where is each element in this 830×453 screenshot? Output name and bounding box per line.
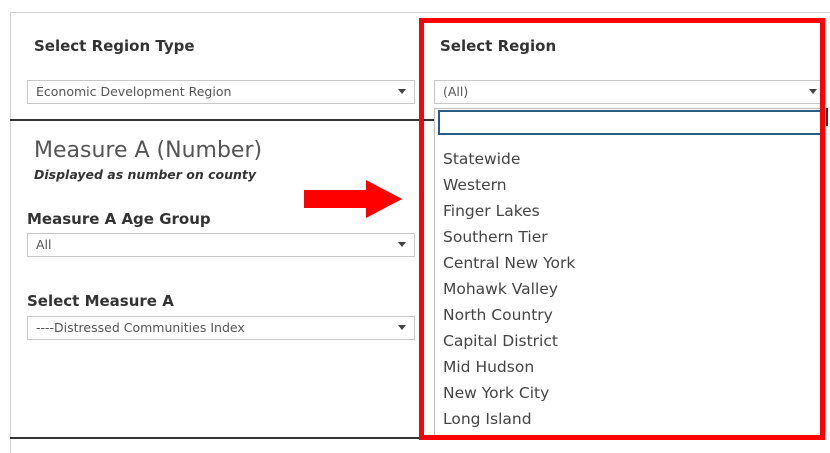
divider-top <box>10 119 434 121</box>
chevron-down-icon <box>398 89 406 94</box>
right-arrow-icon <box>304 180 402 218</box>
region-select[interactable]: (All) <box>434 80 826 104</box>
region-type-select[interactable]: Economic Development Region <box>27 80 415 104</box>
list-item[interactable]: Mohawk Valley <box>443 280 558 298</box>
measure-a-title: Measure A (Number) <box>34 138 263 163</box>
list-item[interactable]: New York City <box>443 384 549 402</box>
list-item[interactable]: Mid Hudson <box>443 358 534 376</box>
age-group-label: Measure A Age Group <box>27 210 211 228</box>
list-item[interactable]: Southern Tier <box>443 228 548 246</box>
age-group-value: All <box>36 237 52 252</box>
list-item[interactable]: Capital District <box>443 332 558 350</box>
list-item[interactable]: North Country <box>443 306 553 324</box>
region-search-input[interactable] <box>438 110 825 135</box>
measure-a-subtitle: Displayed as number on county <box>34 167 257 182</box>
region-type-value: Economic Development Region <box>36 84 232 99</box>
region-type-label: Select Region Type <box>34 37 195 55</box>
list-item[interactable]: Western <box>443 176 507 194</box>
divider-right <box>826 108 828 126</box>
chevron-down-icon <box>809 89 817 94</box>
region-label: Select Region <box>440 37 557 55</box>
list-item[interactable]: Finger Lakes <box>443 202 540 220</box>
measure-a-select[interactable]: ----Distressed Communities Index <box>27 316 415 340</box>
age-group-select[interactable]: All <box>27 233 415 257</box>
divider-bottom <box>10 437 434 439</box>
list-item[interactable]: Long Island <box>443 410 532 428</box>
list-item[interactable]: Central New York <box>443 254 575 272</box>
region-value: (All) <box>443 84 469 99</box>
measure-a-value: ----Distressed Communities Index <box>36 320 245 335</box>
chevron-down-icon <box>398 325 406 330</box>
chevron-down-icon <box>398 242 406 247</box>
list-item[interactable]: Statewide <box>443 150 520 168</box>
measure-a-select-label: Select Measure A <box>27 292 174 310</box>
